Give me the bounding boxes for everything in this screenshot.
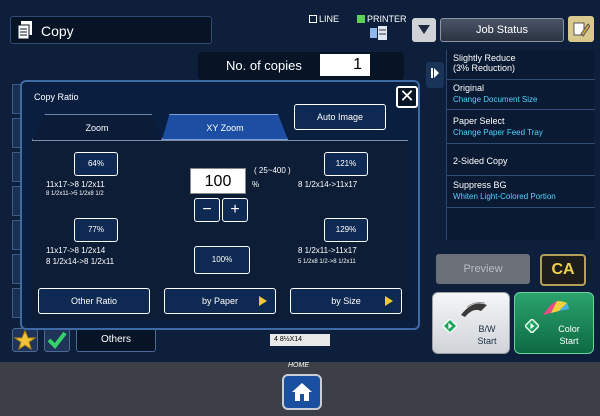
close-icon: ✕: [399, 86, 415, 106]
preset-121-desc-1: 8 1/2x14->11x17: [298, 180, 358, 189]
checklist-button[interactable]: [44, 328, 70, 352]
zoom-value-field[interactable]: 100: [190, 168, 246, 194]
bw-copy-icon: [461, 302, 487, 317]
quick-setting-subtitle: (3% Reduction): [453, 63, 516, 73]
zoom-range-label: ( 25~400 ): [254, 166, 291, 175]
home-label: HOME: [288, 362, 309, 369]
printer-status: PRINTER: [357, 14, 407, 24]
zoom-unit-label: %: [252, 180, 260, 189]
mode-title: Copy: [41, 23, 74, 39]
triangle-down-icon: [418, 25, 430, 34]
arrow-right-icon: [385, 296, 393, 306]
reset-100-button[interactable]: 100%: [194, 246, 250, 274]
line-status: LINE: [309, 14, 339, 24]
preset-64-desc-2: 8 1/2x11->5 1/2x8 1/2: [46, 191, 104, 197]
zoom-decrease-button[interactable]: −: [194, 198, 220, 222]
quick-setting-2-sided[interactable]: 2-Sided Copy: [447, 146, 595, 176]
copy-document-icon: [17, 21, 32, 40]
copy-ratio-dialog: Copy Ratio ✕ Auto Image Zoom XY Zoom 64%…: [20, 80, 420, 330]
copy-screen: Copy LINE PRINTER Job Status No. of copi…: [0, 0, 600, 362]
quick-settings-panel: Slightly Reduce (3% Reduction) Original …: [446, 50, 595, 240]
preset-64-button[interactable]: 64%: [74, 152, 118, 176]
other-ratio-button[interactable]: Other Ratio: [38, 288, 150, 314]
help-pencil-icon: [573, 22, 590, 37]
quick-setting-slightly-reduce[interactable]: Slightly Reduce (3% Reduction): [447, 50, 595, 80]
quick-setting-action: Change Paper Feed Tray: [453, 128, 543, 137]
line-status-label: LINE: [319, 14, 340, 24]
dialog-title: Copy Ratio: [34, 92, 79, 102]
color-start-button[interactable]: Color Start: [514, 292, 594, 354]
quick-setting-title: Suppress BG: [453, 180, 507, 190]
quick-setting-title: 2-Sided Copy: [453, 156, 508, 166]
preset-77-desc-2: 8 1/2x14->8 1/2x11: [46, 257, 115, 266]
favorites-button[interactable]: [12, 328, 38, 352]
preset-129-button[interactable]: 129%: [324, 218, 368, 242]
by-paper-label: by Paper: [201, 296, 239, 306]
color-copy-icon: [543, 301, 569, 315]
mode-title-bar: Copy: [10, 16, 212, 44]
star-icon: [13, 329, 37, 351]
quick-setting-action: Whiten Light-Colored Portion: [453, 192, 556, 201]
tab-zoom[interactable]: Zoom: [32, 114, 162, 140]
preset-129-desc-2: 5 1/2x8 1/2->8 1/2x11: [298, 259, 356, 265]
others-button[interactable]: Others: [76, 328, 156, 352]
by-size-label: by Size: [331, 296, 361, 306]
start-diamond-icon: [443, 319, 457, 333]
printer-tray-icon: [370, 26, 387, 40]
status-dropdown-button[interactable]: [412, 18, 436, 42]
panel-collapse-tab[interactable]: [426, 62, 444, 88]
job-status-button[interactable]: Job Status: [440, 18, 564, 42]
printer-status-indicator: [357, 15, 365, 23]
bw-start-label: B/W Start: [477, 324, 497, 346]
tab-xy-zoom[interactable]: XY Zoom: [162, 114, 288, 140]
zoom-increase-button[interactable]: +: [222, 198, 248, 222]
by-paper-button[interactable]: by Paper: [164, 288, 276, 314]
copies-count-field[interactable]: 1: [320, 54, 370, 76]
quick-setting-title: Paper Select: [453, 116, 505, 126]
arrow-right-icon: [259, 296, 267, 306]
copies-label: No. of copies: [226, 58, 302, 73]
line-status-indicator: [309, 15, 317, 23]
help-button[interactable]: [568, 16, 594, 42]
other-ratio-label: Other Ratio: [70, 296, 118, 306]
quick-setting-original[interactable]: Original Change Document Size: [447, 80, 595, 110]
quick-setting-title: Original: [453, 83, 485, 93]
preview-button[interactable]: Preview: [436, 254, 530, 284]
clear-all-button[interactable]: CA: [540, 254, 586, 286]
home-button[interactable]: [282, 374, 322, 410]
copies-panel: No. of copies: [198, 52, 404, 80]
preset-129-desc-1: 8 1/2x11->11x17: [298, 246, 357, 255]
quick-setting-action: Change Document Size: [453, 95, 538, 104]
quick-setting-paper-select[interactable]: Paper Select Change Paper Feed Tray: [447, 112, 595, 144]
printer-status-label: PRINTER: [367, 14, 407, 24]
color-start-label: Color Start: [558, 324, 580, 346]
preset-64-desc-1: 11x17->8 1/2x11: [46, 180, 105, 189]
home-icon: [292, 383, 312, 401]
quick-setting-title: Slightly Reduce: [453, 53, 516, 63]
quick-setting-suppress-bg[interactable]: Suppress BG Whiten Light-Colored Portion: [447, 176, 595, 208]
bw-start-button[interactable]: B/W Start: [432, 292, 510, 354]
paper-tray-indicator: 4 8½X14: [270, 334, 330, 346]
preset-77-button[interactable]: 77%: [74, 218, 118, 242]
preset-121-button[interactable]: 121%: [324, 152, 368, 176]
close-dialog-button[interactable]: ✕: [396, 86, 418, 108]
start-diamond-icon: [525, 319, 539, 333]
checkmark-icon: [47, 331, 67, 350]
by-size-button[interactable]: by Size: [290, 288, 402, 314]
arrow-right-icon: [431, 68, 439, 78]
preset-77-desc-1: 11x17->8 1/2x14: [46, 246, 106, 255]
auto-image-button[interactable]: Auto Image: [294, 104, 386, 130]
